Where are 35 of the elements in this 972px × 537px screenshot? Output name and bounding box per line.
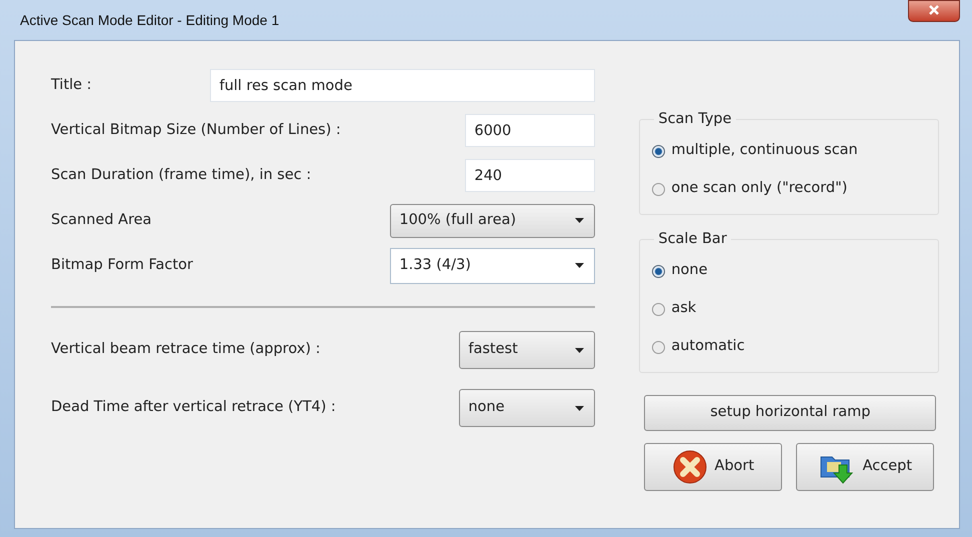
- dropdown[interactable]: fastest: [459, 331, 596, 369]
- caret-icon: [575, 263, 584, 268]
- radio-label[interactable]: none: [671, 260, 708, 282]
- caret-icon: [575, 348, 584, 352]
- cross-circle-icon: [672, 450, 707, 484]
- input-field[interactable]: full res scan mode: [210, 69, 596, 102]
- field-label: Vertical Bitmap Size (Number of Lines) :: [51, 120, 341, 140]
- field-label: Title :: [51, 76, 92, 95]
- setup-button[interactable]: setup horizontal ramp: [644, 395, 936, 431]
- field-label: Bitmap Form Factor: [51, 256, 194, 275]
- radio-button[interactable]: [652, 144, 666, 158]
- dialog-button[interactable]: Accept: [796, 443, 934, 491]
- radio-label[interactable]: one scan only ("record"): [671, 178, 848, 200]
- caret-icon: [575, 406, 584, 410]
- field-label: Vertical beam retrace time (approx) :: [51, 340, 320, 360]
- radio-button[interactable]: [652, 302, 666, 316]
- field-label: Dead Time after vertical retrace (YT4) :: [51, 398, 336, 418]
- radio-label[interactable]: automatic: [671, 336, 745, 358]
- radio-label[interactable]: ask: [671, 298, 696, 320]
- caret-icon: [575, 218, 584, 223]
- close-icon: [928, 4, 940, 16]
- field-label: Scan Duration (frame time), in sec :: [51, 166, 312, 185]
- radio-button[interactable]: [652, 182, 666, 196]
- dropdown[interactable]: none: [459, 389, 596, 427]
- window-title: Active Scan Mode Editor - Editing Mode 1: [19, 10, 280, 30]
- radio-label[interactable]: multiple, continuous scan: [671, 140, 858, 162]
- input-field[interactable]: 240: [465, 159, 596, 192]
- dropdown[interactable]: 1.33 (4/3): [390, 248, 596, 284]
- dialog-button[interactable]: Abort: [644, 443, 782, 491]
- radio-button[interactable]: [652, 340, 666, 354]
- dropdown[interactable]: 100% (full area): [390, 204, 596, 238]
- radio-button[interactable]: [652, 264, 666, 278]
- close-button[interactable]: [908, 0, 960, 22]
- field-label: Scanned Area: [51, 210, 152, 230]
- input-field[interactable]: 6000: [465, 114, 596, 147]
